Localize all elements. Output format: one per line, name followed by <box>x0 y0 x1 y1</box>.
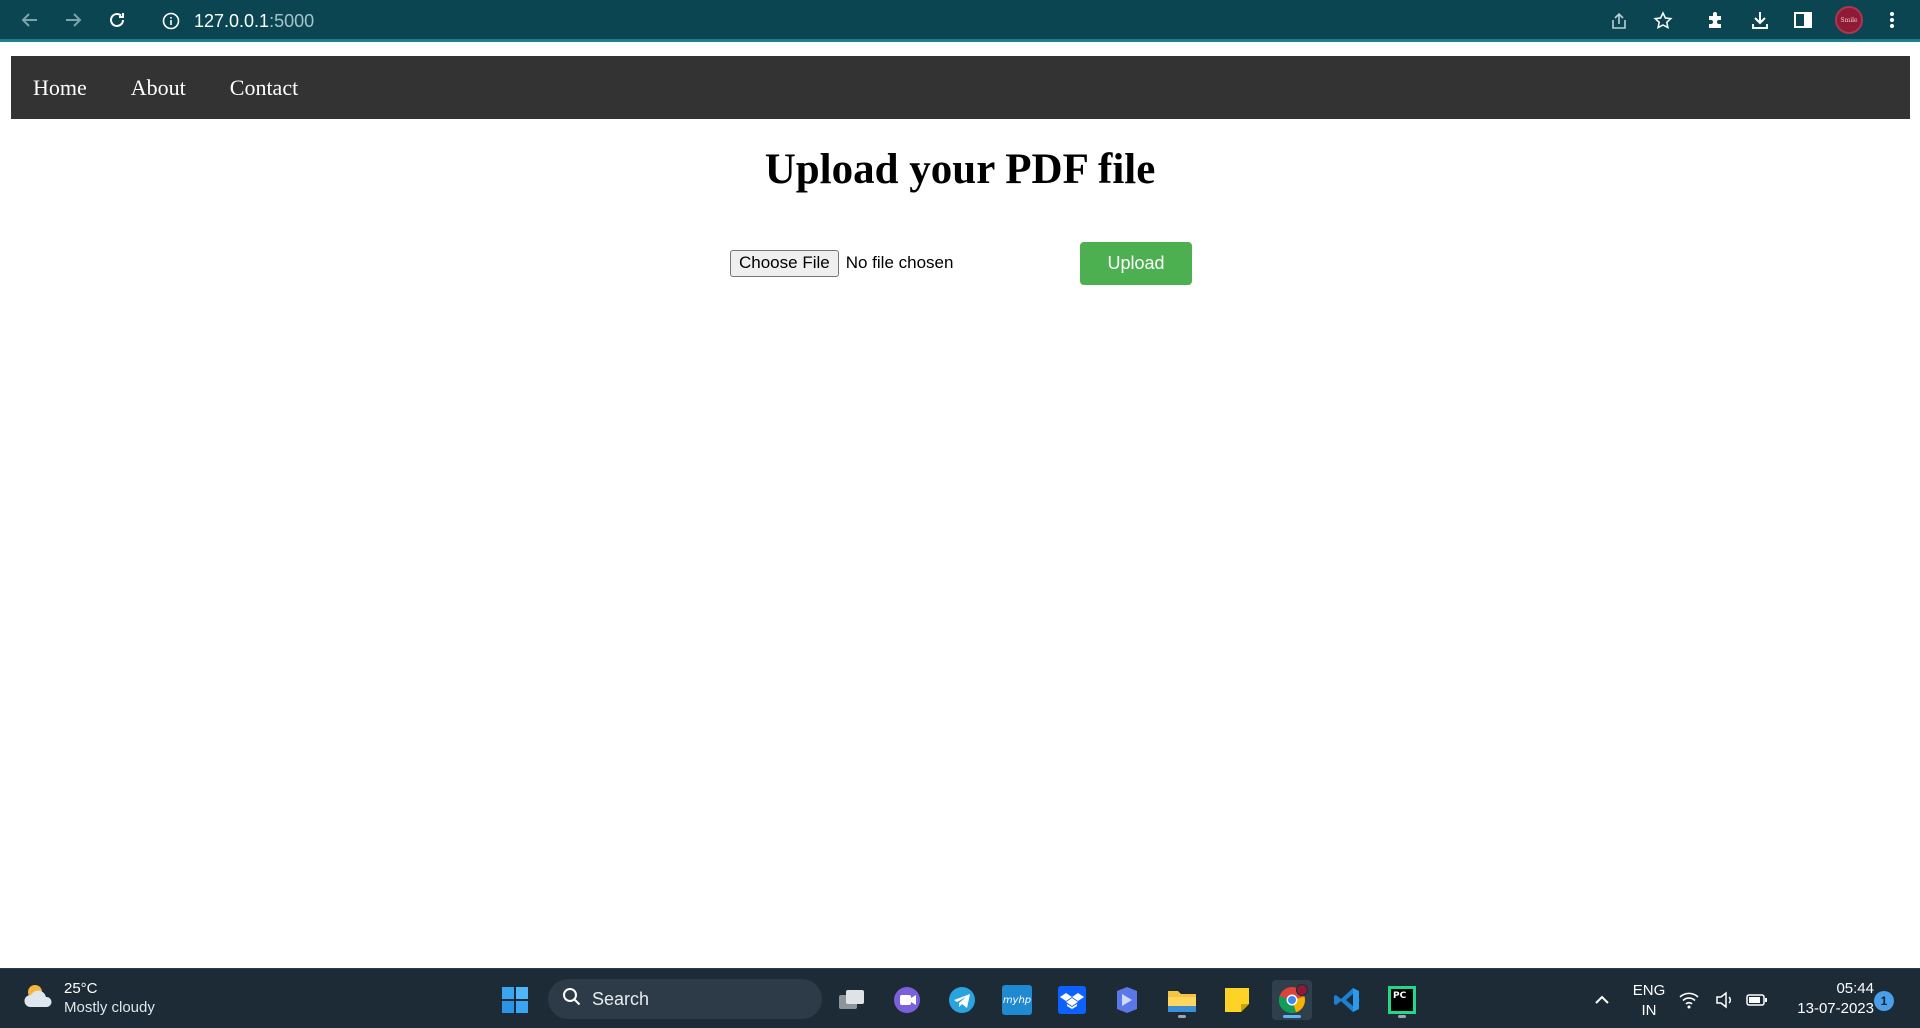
running-indicator <box>1178 1015 1186 1018</box>
cloudy-weather-icon <box>22 981 56 1016</box>
kebab-menu-icon[interactable] <box>1877 5 1907 35</box>
search-icon <box>562 987 582 1012</box>
weather-temperature: 25°C <box>64 980 98 997</box>
language-indicator[interactable]: ENG IN <box>1628 981 1670 1021</box>
reload-icon[interactable] <box>102 5 132 35</box>
side-panel-icon[interactable] <box>1788 5 1818 35</box>
weather-condition: Mostly cloudy <box>64 999 155 1016</box>
battery-icon[interactable] <box>1744 980 1770 1020</box>
windows-start-icon[interactable] <box>495 980 535 1020</box>
search-label: Search <box>592 988 650 1009</box>
file-explorer-icon[interactable] <box>1162 980 1202 1020</box>
chrome-profile-badge <box>1296 984 1308 996</box>
teams-chat-icon[interactable] <box>887 980 927 1020</box>
site-navbar: Home About Contact <box>11 56 1910 119</box>
wifi-icon[interactable] <box>1676 980 1702 1020</box>
myhp-icon[interactable]: myhp <box>997 980 1037 1020</box>
nav-link-about[interactable]: About <box>131 75 186 101</box>
notification-badge[interactable]: 1 <box>1874 991 1894 1011</box>
taskbar-search[interactable]: Search <box>548 979 822 1019</box>
task-view-icon[interactable] <box>832 980 872 1020</box>
nav-link-contact[interactable]: Contact <box>230 75 298 101</box>
download-icon[interactable] <box>1745 5 1775 35</box>
chrome-icon[interactable] <box>1272 980 1312 1020</box>
active-indicator <box>1283 1015 1301 1018</box>
running-indicator <box>1398 1015 1406 1018</box>
chevron-up-icon[interactable] <box>1582 980 1622 1020</box>
copilot-icon[interactable] <box>1107 980 1147 1020</box>
clock-time: 05:44 <box>1836 980 1874 997</box>
share-icon[interactable] <box>1606 8 1632 34</box>
bookmark-star-icon[interactable] <box>1650 8 1676 34</box>
volume-icon[interactable] <box>1712 980 1738 1020</box>
dropbox-icon[interactable] <box>1052 980 1092 1020</box>
file-input[interactable]: Choose File No file chosen <box>730 249 1080 277</box>
file-status-text: No file chosen <box>845 253 954 272</box>
page-content: Home About Contact Upload your PDF file … <box>0 45 1920 968</box>
url-text[interactable]: 127.0.0.1:5000 <box>194 11 314 32</box>
clock-date: 13-07-2023 <box>1797 1000 1874 1017</box>
windows-taskbar: 25°C Mostly cloudy Search myhp PC ENG IN… <box>0 968 1920 1028</box>
forward-icon[interactable] <box>58 5 88 35</box>
back-icon[interactable] <box>15 5 45 35</box>
weather-widget[interactable]: 25°C Mostly cloudy <box>22 979 155 1017</box>
upload-form: Choose File No file chosen Upload <box>730 239 1192 287</box>
page-title: Upload your PDF file <box>764 146 1156 193</box>
clock[interactable]: 05:44 13-07-2023 <box>1782 979 1874 1019</box>
browser-toolbar: 127.0.0.1:5000 Smile <box>0 0 1920 42</box>
vscode-icon[interactable] <box>1327 980 1367 1020</box>
choose-file-button[interactable]: Choose File <box>730 249 839 277</box>
address-bar[interactable]: 127.0.0.1:5000 <box>148 3 1684 37</box>
nav-link-home[interactable]: Home <box>33 75 87 101</box>
info-icon[interactable] <box>162 12 180 35</box>
extensions-icon[interactable] <box>1701 5 1731 35</box>
upload-button[interactable]: Upload <box>1080 241 1192 285</box>
sticky-notes-icon[interactable] <box>1217 980 1257 1020</box>
profile-avatar[interactable]: Smile <box>1835 6 1863 34</box>
pycharm-icon[interactable]: PC <box>1382 980 1422 1020</box>
telegram-icon[interactable] <box>942 980 982 1020</box>
